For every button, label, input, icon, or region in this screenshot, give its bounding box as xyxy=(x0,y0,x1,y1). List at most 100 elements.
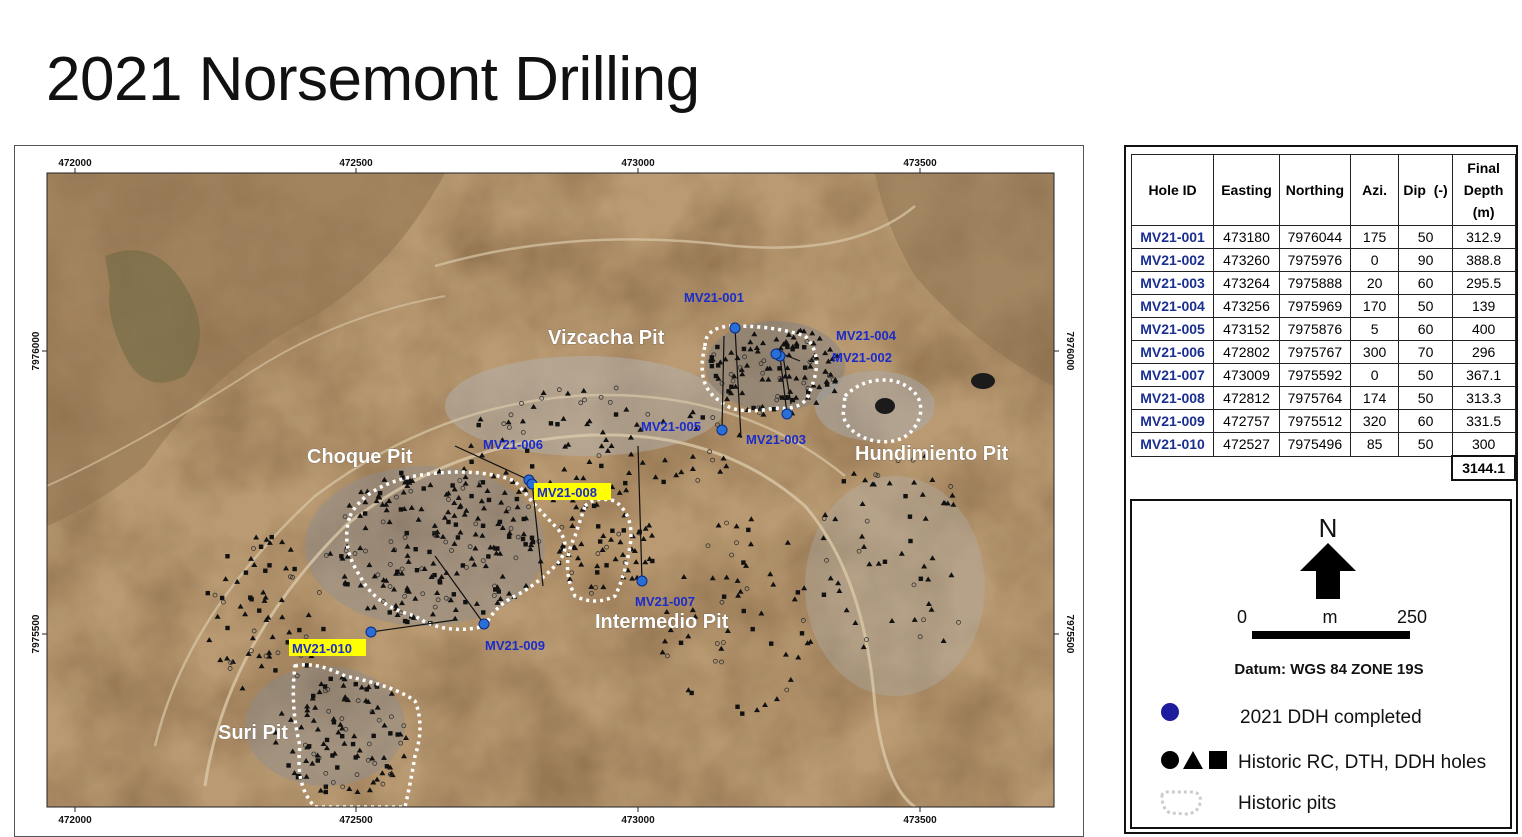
historic-hole-marker xyxy=(595,570,600,575)
top-tick-label: 473000 xyxy=(621,158,655,169)
historic-hole-marker xyxy=(328,676,333,682)
table-cell: 7975512 xyxy=(1278,409,1351,433)
ddh-legend-label: 2021 DDH completed xyxy=(1240,707,1422,728)
map-image[interactable]: 472000 472500 473000 473500 472000 47250… xyxy=(15,146,1083,836)
hole-id-cell: MV21-005 xyxy=(1130,317,1215,341)
historic-hole-marker xyxy=(297,627,302,633)
historic-hole-marker xyxy=(637,529,642,535)
table-cell: 320 xyxy=(1349,409,1400,433)
map-frame: 472000 472500 473000 473500 472000 47250… xyxy=(14,145,1084,837)
historic-hole-marker xyxy=(414,568,420,573)
historic-triangle-icon xyxy=(1183,751,1203,769)
historic-hole-marker xyxy=(741,608,746,614)
hole-label-mv21-010: MV21-010 xyxy=(292,641,352,656)
hole-label-mv21-009: MV21-009 xyxy=(485,638,545,653)
total-depth-cell: 3144.1 xyxy=(1451,455,1516,481)
historic-square-icon xyxy=(1209,751,1227,769)
historic-hole-marker xyxy=(882,559,888,564)
historic-hole-marker xyxy=(451,592,457,597)
table-cell: 388.8 xyxy=(1451,248,1516,272)
historic-pit-legend-icon xyxy=(1160,790,1202,816)
table-cell: 50 xyxy=(1398,432,1453,457)
table-row: MV21-003 473264 7975888 20 60 295.5 xyxy=(1130,271,1516,295)
top-tick-label: 472500 xyxy=(339,158,373,169)
table-cell: 473256 xyxy=(1213,294,1280,318)
historic-hole-marker xyxy=(339,734,345,739)
table-cell: 472802 xyxy=(1213,340,1280,364)
historic-hole-marker xyxy=(555,422,560,427)
col-header-final-depth: Final Depth (m) xyxy=(1451,154,1516,226)
historic-hole-marker xyxy=(304,663,309,668)
scale-bar xyxy=(1252,631,1410,639)
table-cell: 7975876 xyxy=(1278,317,1351,341)
hole-label-mv21-008: MV21-008 xyxy=(537,485,597,500)
table-cell: 7975888 xyxy=(1278,271,1351,295)
historic-hole-marker xyxy=(795,590,801,595)
historic-hole-marker xyxy=(802,345,807,350)
historic-hole-marker xyxy=(243,570,249,575)
historic-hole-marker xyxy=(258,544,264,549)
historic-hole-marker xyxy=(350,741,356,747)
table-cell: 139 xyxy=(1451,294,1516,318)
ddh-legend-symbol xyxy=(1161,703,1179,721)
table-cell: 7976044 xyxy=(1278,225,1351,249)
historic-hole-marker xyxy=(735,704,740,709)
pit-label-intermedio: Intermedio Pit xyxy=(595,611,729,633)
table-cell: 473264 xyxy=(1213,271,1280,295)
historic-hole-marker xyxy=(219,595,225,601)
historic-hole-marker xyxy=(610,528,615,533)
table-row: MV21-005 473152 7975876 5 60 400 xyxy=(1130,317,1516,341)
hole-label-mv21-006: MV21-006 xyxy=(483,437,543,452)
col-header-azimuth: Azi. xyxy=(1349,154,1400,226)
historic-hole-marker xyxy=(716,363,721,368)
historic-circle-icon xyxy=(1161,751,1179,769)
historic-hole-marker xyxy=(446,519,451,525)
left-tick-label: 7975500 xyxy=(31,614,42,653)
historic-hole-marker xyxy=(315,758,320,763)
blank-cell xyxy=(1279,456,1350,480)
table-cell: 472812 xyxy=(1213,386,1280,410)
historic-hole-marker xyxy=(364,687,369,692)
hole-label-mv21-005: MV21-005 xyxy=(641,419,701,434)
collar-mv21-001 xyxy=(729,322,741,334)
blank-cell xyxy=(1214,456,1280,480)
historic-hole-marker xyxy=(908,538,913,544)
hole-id-cell: MV21-007 xyxy=(1130,363,1215,387)
collar-mv21-003 xyxy=(781,408,793,420)
historic-hole-marker xyxy=(450,483,455,488)
historic-hole-marker xyxy=(427,549,432,555)
table-cell: 472527 xyxy=(1213,432,1280,457)
collar-mv21-004 xyxy=(770,348,782,360)
historic-hole-marker xyxy=(269,534,274,540)
bottom-tick-label: 472500 xyxy=(339,815,373,826)
historic-hole-marker xyxy=(802,365,808,370)
historic-hole-marker xyxy=(497,519,503,525)
legend-box: N 0 m 250 Datum: WGS 84 ZONE 19S 2021 DD… xyxy=(1130,499,1512,829)
historic-hole-marker xyxy=(353,681,358,687)
historic-hole-marker xyxy=(785,344,790,350)
historic-hole-marker xyxy=(273,668,278,673)
hole-label-mv21-002: MV21-002 xyxy=(832,350,892,365)
historic-hole-marker xyxy=(371,733,376,739)
historic-hole-marker xyxy=(548,421,554,426)
historic-hole-marker xyxy=(311,693,316,699)
table-header-row: Hole ID Easting Northing Azi. Dip (-) Fi… xyxy=(1130,154,1516,226)
table-cell: 7975976 xyxy=(1278,248,1351,272)
pond xyxy=(971,373,995,389)
scale-unit-label: m xyxy=(1323,607,1338,627)
historic-hole-marker xyxy=(709,363,715,369)
table-cell: 7975592 xyxy=(1278,363,1351,387)
historic-hole-marker xyxy=(469,493,474,499)
hole-id-cell: MV21-002 xyxy=(1130,248,1215,272)
table-cell: 472757 xyxy=(1213,409,1280,433)
table-cell: 300 xyxy=(1349,340,1400,364)
historic-hole-marker xyxy=(335,765,340,770)
hole-id-cell: MV21-008 xyxy=(1130,386,1215,410)
historic-hole-marker xyxy=(741,560,746,565)
historic-hole-marker xyxy=(257,608,262,613)
historic-hole-marker xyxy=(790,397,796,403)
historic-hole-marker xyxy=(821,592,827,597)
bottom-tick-label: 473000 xyxy=(621,815,655,826)
right-tick-label: 7976000 xyxy=(1064,332,1075,371)
historic-hole-marker xyxy=(700,415,705,420)
